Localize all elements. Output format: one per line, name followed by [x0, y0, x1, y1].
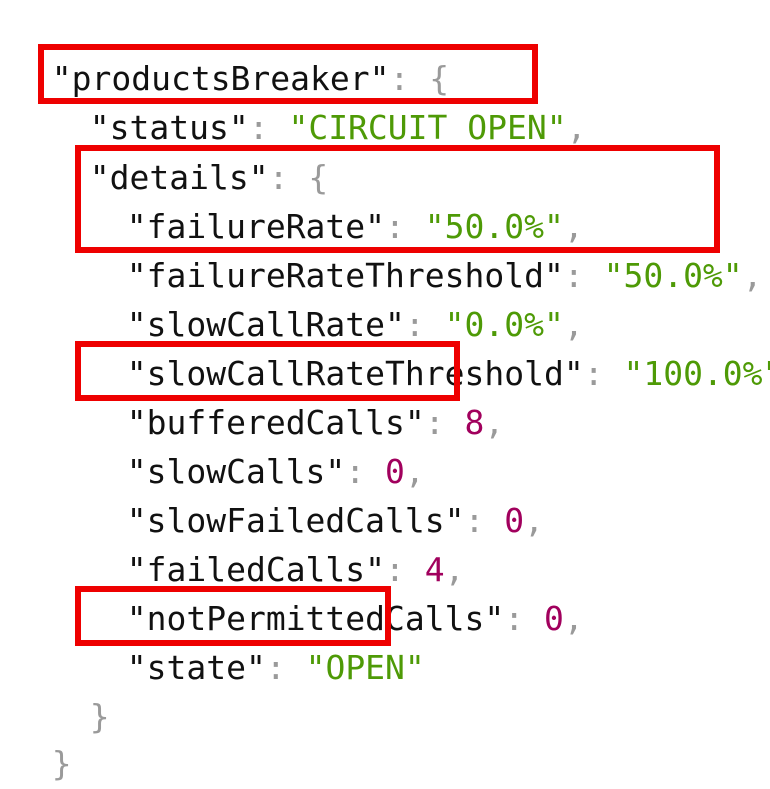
field-value: "100.0%" [623, 354, 770, 393]
comma: , [742, 256, 763, 295]
field-key: "state" [126, 648, 266, 687]
field-value: 0 [544, 599, 564, 638]
comma: , [566, 108, 587, 147]
field-line-not-permitted-calls: "notPermittedCalls": 0, [87, 544, 584, 638]
details-key-line: "details": { [50, 103, 328, 197]
colon: : [464, 501, 505, 540]
close-brace: } [51, 744, 72, 783]
field-line-failure-rate: "failureRate": "50.0%", [87, 152, 584, 246]
field-line-state: "state": "OPEN" [87, 593, 425, 687]
comma: , [524, 501, 545, 540]
field-line-failure-rate-threshold: "failureRateThreshold": "50.0%", [87, 201, 763, 295]
colon: : [504, 599, 544, 638]
status-value: "CIRCUIT_OPEN" [288, 108, 567, 147]
status-line: "status": "CIRCUIT_OPEN", [50, 53, 587, 147]
colon: : [424, 403, 465, 442]
colon: : [265, 648, 306, 687]
details-close-brace: } [50, 642, 110, 736]
comma: , [563, 599, 584, 638]
field-line-slow-call-rate-threshold: "slowCallRateThreshold": "100.0%", [87, 299, 770, 393]
field-line-slow-calls: "slowCalls": 0, [87, 397, 425, 491]
root-key-line: "productsBreaker": { [12, 4, 449, 98]
root-close-brace: } [12, 689, 72, 783]
close-brace: } [89, 697, 110, 736]
field-value: "OPEN" [305, 648, 425, 687]
field-line-slow-failed-calls: "slowFailedCalls": 0, [87, 446, 544, 540]
field-line-buffered-calls: "bufferedCalls": 8, [87, 348, 505, 442]
field-value: 8 [464, 403, 485, 442]
field-line-slow-call-rate: "slowCallRate": "0.0%", [87, 250, 584, 344]
field-value: 0 [504, 501, 525, 540]
comma: , [484, 403, 505, 442]
field-value: "50.0%" [603, 256, 743, 295]
field-line-failed-calls: "failedCalls": 4, [87, 495, 465, 589]
colon: : [583, 354, 624, 393]
